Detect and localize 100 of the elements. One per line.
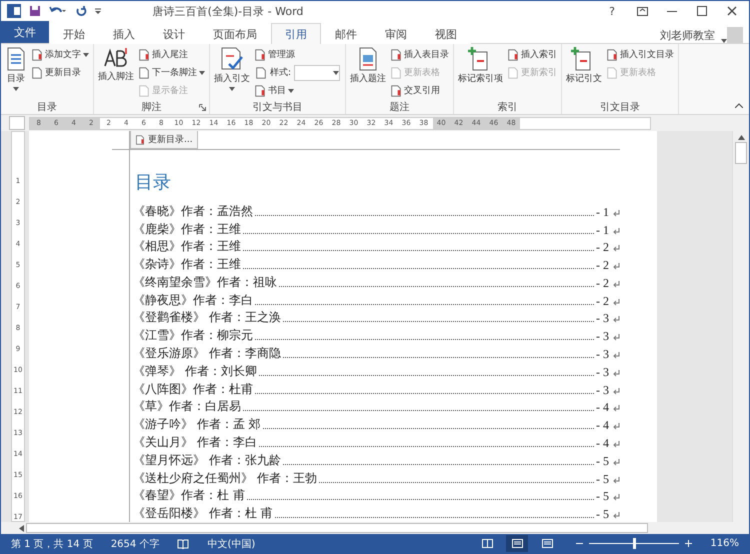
ribbon-button[interactable]: 插入题注 bbox=[349, 46, 388, 100]
proofing-icon[interactable] bbox=[177, 538, 190, 548]
toc-page-number: - 4 bbox=[596, 418, 609, 434]
paragraph-mark-icon bbox=[613, 423, 620, 430]
caret-icon bbox=[83, 52, 89, 56]
dialog-launcher-icon[interactable] bbox=[199, 104, 206, 110]
toc-entry-title[interactable]: 《江雪》作者：柳宗元 bbox=[133, 327, 253, 344]
ribbon-button[interactable]: 插入表目录 bbox=[389, 46, 450, 63]
ribbon-button[interactable]: 交叉引用 bbox=[389, 82, 450, 99]
toc-page-number: - 2 bbox=[596, 294, 609, 309]
language-status[interactable]: 中文(中国) bbox=[207, 536, 256, 550]
scrollbar-thumb[interactable] bbox=[735, 142, 747, 164]
document-icon bbox=[138, 66, 150, 78]
toc-entry-title[interactable]: 《终南望余雪》作者：祖咏 bbox=[133, 274, 277, 291]
ribbon-button[interactable]: 更新目录 bbox=[30, 64, 90, 81]
paragraph-mark-icon bbox=[613, 210, 620, 217]
toc-entry-title[interactable]: 《登岳阳楼》 作者：杜 甫 bbox=[133, 505, 273, 522]
paragraph-mark-icon bbox=[613, 352, 620, 360]
read-mode-icon[interactable] bbox=[482, 539, 493, 548]
document-icon bbox=[507, 48, 520, 60]
zoom-in-icon[interactable] bbox=[685, 540, 692, 547]
customize-toolbar-icon[interactable] bbox=[95, 8, 101, 14]
ribbon-button[interactable]: 下一条脚注 bbox=[137, 64, 206, 81]
toc-page-number: - 2 bbox=[596, 258, 609, 274]
collapse-ribbon-icon[interactable] bbox=[735, 103, 743, 108]
paragraph-mark-icon bbox=[613, 263, 620, 270]
toc-heading: 目录 bbox=[134, 171, 172, 195]
toc-page-number: - 3 bbox=[596, 382, 609, 398]
document-icon bbox=[31, 48, 43, 60]
close-icon[interactable] bbox=[727, 6, 737, 16]
document-icon bbox=[254, 48, 266, 60]
paragraph-mark-icon bbox=[613, 405, 620, 412]
toc-entry-title[interactable]: 《静夜思》作者：李白 bbox=[133, 292, 253, 309]
maximize-icon[interactable] bbox=[697, 6, 707, 16]
ribbon-button[interactable]: 添加文字 bbox=[30, 46, 90, 63]
print-layout-icon[interactable] bbox=[512, 539, 523, 548]
toc-page-number: - 5 bbox=[596, 507, 609, 522]
document-icon bbox=[31, 66, 43, 78]
page-count[interactable]: 第 1 页，共 14 页 bbox=[11, 536, 93, 550]
paragraph-mark-icon bbox=[613, 494, 620, 502]
ribbon-button[interactable]: 插入尾注 bbox=[137, 46, 206, 63]
group-label: 索引 bbox=[498, 100, 518, 114]
ribbon-button[interactable]: 插入引文 bbox=[213, 46, 251, 100]
ribbon-button[interactable]: 管理源 bbox=[253, 46, 342, 63]
ribbon-button[interactable]: 书目 bbox=[253, 82, 342, 99]
zoom-level[interactable]: 116% bbox=[710, 538, 739, 549]
toc-entry-title[interactable]: 《草》作者：白居易 bbox=[133, 398, 241, 416]
toc-page-number: - 4 bbox=[596, 436, 609, 451]
toc-page-number: - 2 bbox=[596, 240, 609, 256]
ribbon-button[interactable]: 插入引文目录 bbox=[605, 46, 676, 63]
footnote-icon bbox=[102, 46, 130, 70]
ribbon-button[interactable]: 插入脚注 bbox=[97, 46, 135, 100]
toc-entry-title[interactable]: 《登乐游原》 作者：李商隐 bbox=[133, 345, 281, 362]
ribbon-button[interactable]: 标记索引项 bbox=[457, 46, 504, 100]
toc-entry-title[interactable]: 《游子吟》 作者：孟 郊 bbox=[133, 416, 261, 434]
web-layout-icon[interactable] bbox=[542, 539, 553, 548]
save-icon[interactable] bbox=[29, 5, 41, 17]
ribbon-display-icon[interactable] bbox=[636, 6, 648, 16]
toc-entry-title[interactable]: 《杂诗》作者：王维 bbox=[133, 256, 241, 274]
group-label: 引文与书目 bbox=[252, 100, 303, 114]
user-name[interactable]: 刘老师教室 bbox=[660, 28, 715, 43]
minimize-icon[interactable] bbox=[667, 10, 677, 12]
toc-entry-title[interactable]: 《送杜少府之任蜀州》 作者：王勃 bbox=[133, 470, 317, 486]
ribbon-button[interactable]: 标记引文 bbox=[565, 46, 604, 100]
window-title: 唐诗三百首(全集)-目录 - Word bbox=[152, 4, 304, 18]
ribbon-button[interactable]: 目录 bbox=[4, 46, 28, 100]
toc-page-number: - 1 bbox=[596, 222, 609, 238]
scroll-up-icon[interactable] bbox=[738, 135, 744, 140]
redo-icon[interactable] bbox=[75, 5, 87, 17]
help-button[interactable]: ? bbox=[601, 2, 623, 20]
document-icon bbox=[254, 84, 266, 96]
paragraph-mark-icon bbox=[613, 316, 620, 324]
scroll-left-icon[interactable] bbox=[19, 524, 24, 532]
toc-entry-title[interactable]: 《春望》作者：杜 甫 bbox=[133, 487, 245, 504]
paragraph-mark-icon bbox=[613, 370, 620, 377]
word-logo-icon bbox=[7, 4, 21, 18]
toc-page-number: - 3 bbox=[596, 311, 609, 326]
toc-entry-title[interactable]: 《望月怀远》 作者：张九龄 bbox=[133, 452, 281, 469]
toc-entry-title[interactable]: 《登鹳雀楼》 作者：王之涣 bbox=[133, 309, 281, 326]
toc-entry-title[interactable]: 《八阵图》作者：杜甫 bbox=[133, 380, 253, 398]
ribbon-button[interactable]: 插入索引 bbox=[506, 46, 558, 63]
ribbon-tab[interactable]: 引用 bbox=[271, 23, 321, 44]
toc-entry-title[interactable]: 《鹿柴》作者：王维 bbox=[133, 220, 241, 238]
group-label: 引文目录 bbox=[600, 100, 640, 114]
update-toc-button[interactable]: 更新目录... bbox=[130, 131, 198, 149]
toc-page-number: - 3 bbox=[596, 347, 609, 362]
toc-entry-title[interactable]: 《相思》作者：王维 bbox=[133, 238, 241, 256]
document-icon bbox=[390, 84, 402, 96]
word-count[interactable]: 2654 个字 bbox=[110, 536, 160, 550]
toc-page-number: - 5 bbox=[596, 454, 609, 469]
toc-entry-title[interactable]: 《弹琴》 作者：刘长卿 bbox=[133, 362, 257, 380]
file-tab[interactable]: 文件 bbox=[1, 21, 49, 43]
paragraph-mark-icon bbox=[613, 228, 620, 235]
toc-entry-title[interactable]: 《关山月》 作者：李白 bbox=[133, 434, 257, 451]
toc-page-number: - 5 bbox=[596, 489, 609, 504]
paragraph-mark-icon bbox=[613, 440, 620, 448]
scrollbar-thumb[interactable] bbox=[26, 523, 648, 533]
toc-entry-title[interactable]: 《春晓》作者：孟浩然 bbox=[133, 202, 253, 220]
view-button[interactable] bbox=[506, 535, 528, 552]
document-icon bbox=[135, 134, 145, 144]
